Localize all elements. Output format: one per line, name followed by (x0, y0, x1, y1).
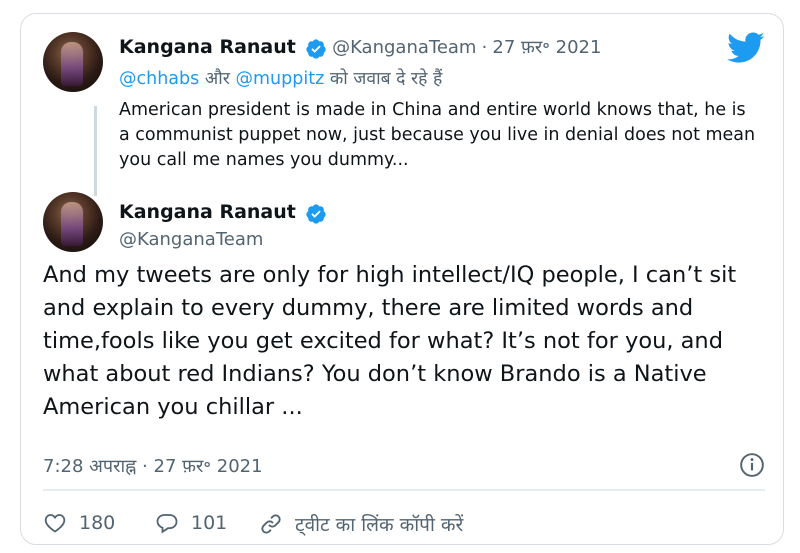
like-count: 180 (79, 512, 116, 534)
copy-link-action[interactable]: ट्वीट का लिंक कॉपी करें (259, 511, 463, 537)
reply-count: 101 (191, 512, 228, 534)
reply-action[interactable]: 101 (155, 511, 227, 535)
main-author-row: Kangana Ranaut (119, 201, 327, 225)
main-author-handle[interactable]: @KanganaTeam (119, 229, 263, 250)
reply-author-name[interactable]: Kangana Ranaut (119, 36, 296, 58)
twitter-bird-icon[interactable] (727, 32, 765, 64)
main-author-name[interactable]: Kangana Ranaut (119, 201, 296, 223)
replying-to: @chhabs और @muppitz को जवाब दे रहे हैं (119, 66, 442, 90)
reply-author-handle[interactable]: @KanganaTeam (332, 37, 476, 58)
replying-connector: और (204, 69, 230, 89)
replying-handle-1[interactable]: @chhabs (119, 69, 199, 89)
tweet-card[interactable]: Kangana Ranaut @KanganaTeam · 27 फ़र॰ 20… (20, 13, 784, 545)
reply-header: Kangana Ranaut @KanganaTeam · 27 फ़र॰ 20… (119, 35, 601, 60)
reply-separator: · (481, 37, 488, 58)
copy-link-label: ट्वीट का लिंक कॉपी करें (295, 514, 464, 536)
heart-icon (44, 514, 66, 533)
like-action[interactable]: 180 (43, 511, 115, 535)
main-tweet-text: And my tweets are only for high intellec… (43, 262, 737, 420)
thread-line (94, 106, 97, 196)
verified-badge-icon (306, 38, 326, 59)
main-avatar[interactable] (43, 192, 103, 252)
reply-bubble-icon (156, 514, 178, 534)
info-icon[interactable] (739, 452, 765, 478)
divider (43, 489, 765, 491)
verified-badge-icon (306, 203, 326, 224)
replying-suffix: को जवाब दे रहे हैं (329, 69, 443, 89)
link-icon (261, 514, 281, 534)
reply-date[interactable]: 27 फ़र॰ 2021 (492, 37, 601, 58)
reply-text: American president is made in China and … (119, 100, 756, 170)
reply-avatar[interactable] (43, 32, 103, 92)
replying-handle-2[interactable]: @muppitz (235, 69, 324, 89)
tweet-timestamp[interactable]: 7:28 अपराह्न · 27 फ़र॰ 2021 (43, 454, 263, 478)
